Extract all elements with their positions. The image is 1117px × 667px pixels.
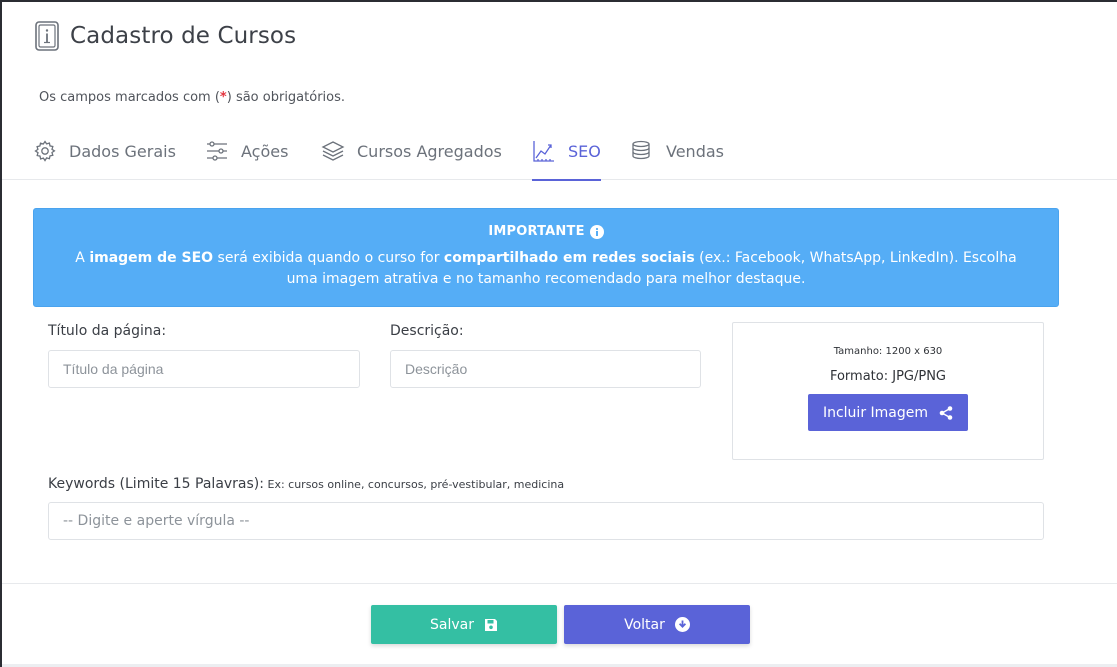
keywords-input[interactable]	[48, 502, 1044, 540]
alert-text-part: será exibida quando o curso for	[213, 250, 444, 266]
image-size-hint: Tamanho: 1200 x 630	[833, 346, 943, 357]
app-frame: Cadastro de Cursos Os campos marcados co…	[0, 0, 1117, 667]
chart-line-icon	[533, 141, 554, 162]
tab-acoes[interactable]: Ações	[205, 122, 288, 180]
back-button-label: Voltar	[624, 616, 665, 633]
alert-title-text: IMPORTANTE	[488, 224, 585, 239]
tab-bar: Dados Gerais Ações Cursos Agregados SEO …	[2, 122, 1117, 181]
include-image-button[interactable]: Incluir Imagem	[808, 394, 968, 431]
alert-title: IMPORTANTE	[34, 224, 1058, 239]
required-star: *	[219, 90, 227, 105]
alert-emphasis: compartilhado em redes sociais	[443, 250, 695, 266]
arrow-circle-down-icon	[674, 617, 690, 632]
alert-message: A imagem de SEO será exibida quando o cu…	[66, 248, 1026, 290]
tab-seo[interactable]: SEO	[532, 122, 601, 181]
page-title-label: Título da página:	[48, 323, 167, 339]
tab-vendas-label: Vendas	[666, 141, 724, 161]
coins-icon	[632, 140, 650, 160]
save-button-label: Salvar	[430, 616, 474, 633]
description-label: Descrição:	[390, 323, 464, 339]
page-title-input[interactable]	[48, 350, 360, 388]
required-note-suffix: ) são obrigatórios.	[226, 90, 346, 105]
tab-acoes-label: Ações	[241, 141, 289, 161]
info-icon	[589, 224, 604, 239]
seo-info-alert: IMPORTANTE A imagem de SEO será exibida …	[33, 208, 1059, 307]
image-format-hint: Formato: JPG/PNG	[829, 369, 947, 384]
footer-divider	[2, 583, 1117, 584]
page-title: Cadastro de Cursos	[70, 23, 297, 49]
keywords-label: Keywords (Limite 15 Palavras): Ex: curso…	[48, 476, 564, 492]
tab-dados-gerais-label: Dados Gerais	[69, 141, 176, 161]
tab-vendas[interactable]: Vendas	[630, 122, 724, 180]
floppy-disk-icon	[484, 618, 497, 631]
course-book-icon	[35, 21, 59, 51]
include-image-label: Incluir Imagem	[822, 404, 929, 421]
tab-cursos-agregados-label: Cursos Agregados	[357, 141, 502, 161]
keywords-hint: Ex: cursos online, concursos, pré-vestib…	[264, 478, 565, 491]
keywords-label-text: Keywords (Limite 15 Palavras):	[48, 476, 264, 492]
alert-emphasis: imagem de SEO	[89, 250, 214, 266]
back-button[interactable]: Voltar	[564, 605, 750, 644]
tab-cursos-agregados[interactable]: Cursos Agregados	[321, 122, 502, 180]
tab-seo-label: SEO	[568, 141, 601, 161]
sliders-icon	[207, 141, 227, 161]
share-icon	[939, 405, 953, 420]
page-header: Cadastro de Cursos	[34, 20, 296, 52]
required-fields-note: Os campos marcados com (*) são obrigatór…	[39, 90, 345, 105]
seo-image-box: Tamanho: 1200 x 630 Formato: JPG/PNG Inc…	[732, 322, 1044, 460]
description-input[interactable]	[390, 350, 701, 388]
alert-text-part: A	[75, 250, 90, 266]
required-note-prefix: Os campos marcados com (	[39, 90, 220, 105]
layers-icon	[321, 141, 345, 161]
save-button[interactable]: Salvar	[371, 605, 557, 644]
tab-dados-gerais[interactable]: Dados Gerais	[33, 122, 176, 180]
gear-icon	[34, 140, 56, 162]
